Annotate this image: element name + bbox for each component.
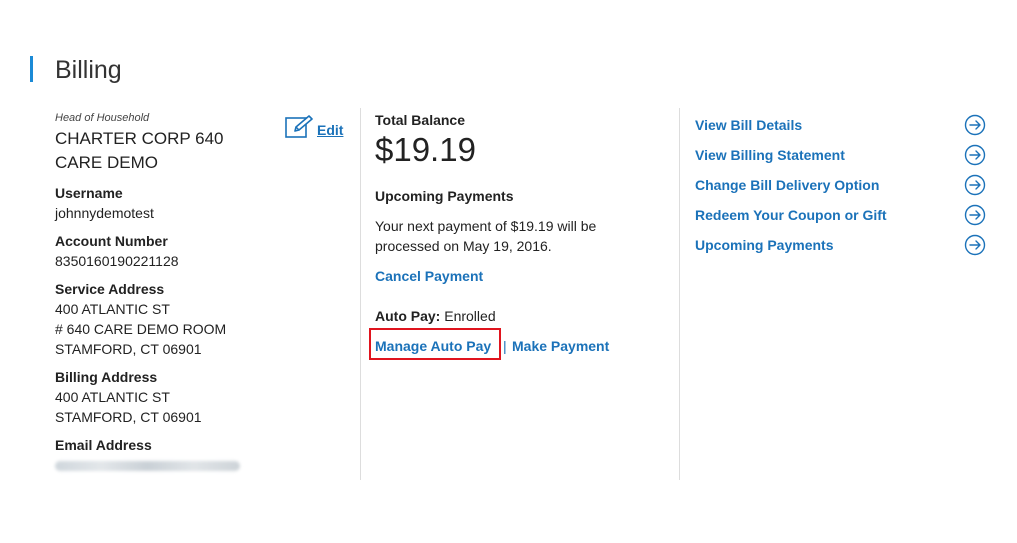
upcoming-payments-link[interactable]: Upcoming Payments [695,230,990,260]
link-separator: | [503,338,507,354]
arrow-circle-right-icon [964,234,986,256]
view-billing-statement-link[interactable]: View Billing Statement [695,140,990,170]
billing-address-line: 400 ATLANTIC ST [55,389,170,405]
email-address-label: Email Address [55,437,152,453]
nav-link-label: Redeem Your Coupon or Gift [695,207,887,223]
header-accent-bar [30,56,33,82]
account-number-label: Account Number [55,233,168,249]
username-field: Username johnnydemotest [55,183,350,223]
service-address-line: 400 ATLANTIC ST [55,301,170,317]
account-info-panel: Head of Household CHARTER CORP 640 CARE … [55,110,350,476]
billing-address-label: Billing Address [55,369,158,385]
nav-link-label: Change Bill Delivery Option [695,177,880,193]
edit-link[interactable]: Edit [317,122,343,138]
view-bill-details-link[interactable]: View Bill Details [695,110,990,140]
account-number-field: Account Number 8350160190221128 [55,231,350,271]
edit-account-button[interactable]: Edit [285,115,343,139]
upcoming-payment-text: Your next payment of $19.19 will be proc… [375,218,597,254]
manage-autopay-link[interactable]: Manage Auto Pay [375,336,491,356]
redeem-coupon-link[interactable]: Redeem Your Coupon or Gift [695,200,990,230]
autopay-actions: Manage Auto Pay | Make Payment [369,328,665,360]
upcoming-payments-heading: Upcoming Payments [375,188,514,204]
arrow-circle-right-icon [964,174,986,196]
balance-panel: Total Balance $19.19 Upcoming Payments Y… [369,110,665,360]
email-address-field: Email Address [55,435,350,476]
autopay-label: Auto Pay: [375,308,441,324]
email-address-redacted [55,461,240,471]
total-balance-label: Total Balance [375,112,465,128]
billing-address-line: STAMFORD, CT 06901 [55,409,202,425]
arrow-circle-right-icon [964,114,986,136]
billing-address-field: Billing Address 400 ATLANTIC ST STAMFORD… [55,367,350,427]
arrow-circle-right-icon [964,204,986,226]
column-divider [360,108,361,480]
service-address-line: # 640 CARE DEMO ROOM [55,321,227,337]
edit-pencil-icon [285,115,313,138]
nav-link-label: View Bill Details [695,117,803,133]
account-holder-name: CHARTER CORP 640 CARE DEMO [55,129,224,172]
username-value: johnnydemotest [55,205,154,221]
service-address-line: STAMFORD, CT 06901 [55,341,202,357]
account-number-value: 8350160190221128 [55,253,179,269]
username-label: Username [55,185,123,201]
page-title: Billing [55,56,122,84]
autopay-status-value: Enrolled [444,308,496,324]
arrow-circle-right-icon [964,144,986,166]
total-balance-amount: $19.19 [375,131,476,168]
service-address-label: Service Address [55,281,165,297]
autopay-status: Auto Pay: Enrolled [375,306,665,326]
make-payment-link[interactable]: Make Payment [512,336,609,356]
change-bill-delivery-link[interactable]: Change Bill Delivery Option [695,170,990,200]
nav-link-label: View Billing Statement [695,147,845,163]
column-divider [679,108,680,480]
billing-links-panel: View Bill Details View Billing Statement… [695,110,990,260]
service-address-field: Service Address 400 ATLANTIC ST # 640 CA… [55,279,350,359]
nav-link-label: Upcoming Payments [695,237,834,253]
cancel-payment-link[interactable]: Cancel Payment [375,266,483,286]
